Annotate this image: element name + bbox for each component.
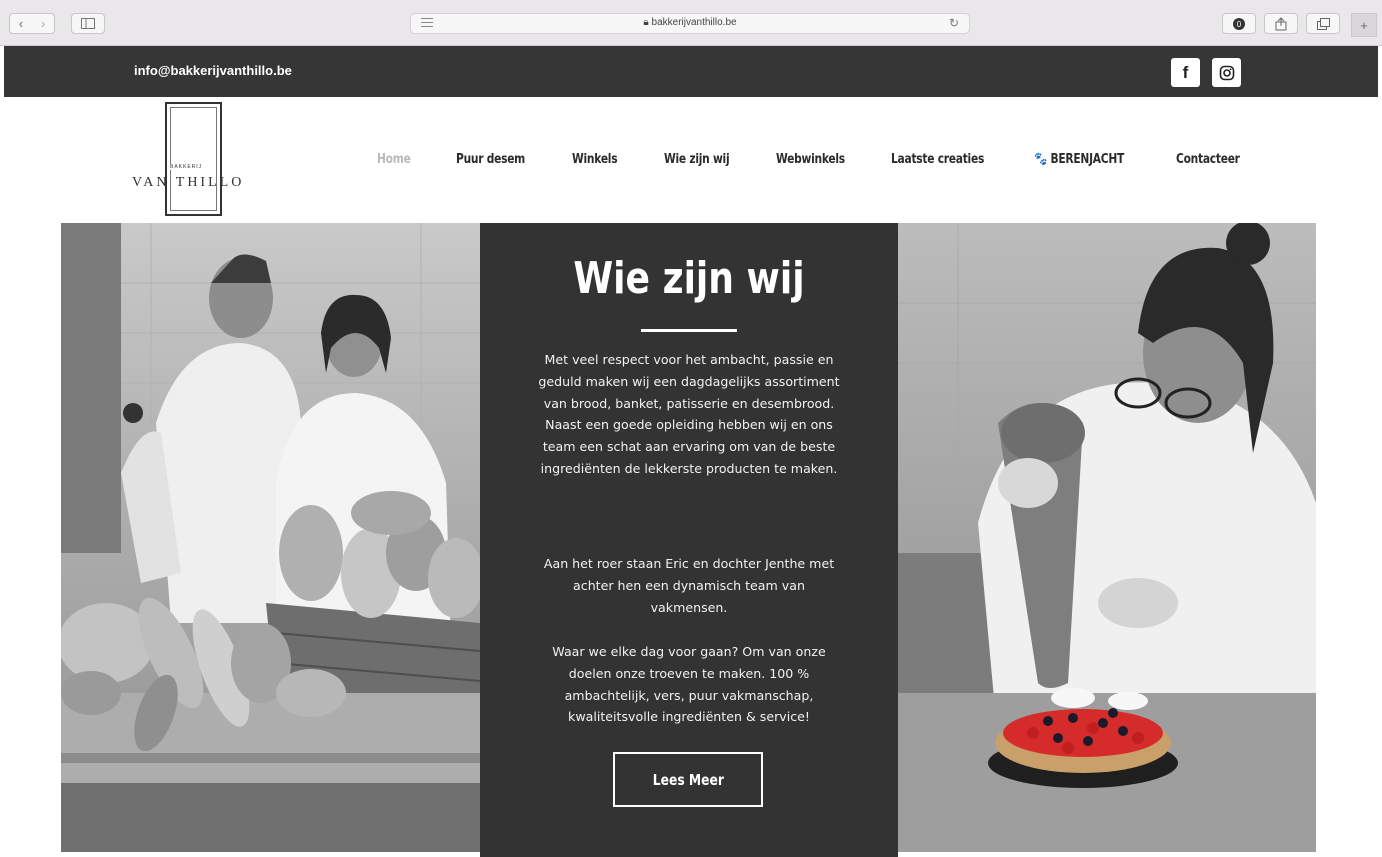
- hero-paragraph-2: Aan het roer staan Eric en dochter Jenth…: [543, 556, 835, 615]
- hero-section: Wie zijn wij Met veel respect voor het a…: [61, 223, 1316, 857]
- pastry-chef-photo: [898, 223, 1316, 852]
- nav-puur-desem[interactable]: Puur desem: [456, 152, 525, 167]
- nav-winkels[interactable]: Winkels: [572, 152, 618, 167]
- nav-laatste-creaties[interactable]: Laatste creaties: [891, 152, 984, 167]
- email-link[interactable]: info@bakkerijvanthillo.be: [134, 63, 292, 78]
- logo-tagline: BAKKERIJ: [169, 164, 204, 170]
- share-icon[interactable]: [1264, 13, 1298, 34]
- instagram-icon[interactable]: [1212, 58, 1241, 87]
- nav-home[interactable]: Home: [377, 152, 411, 167]
- read-more-label: Lees Meer: [652, 770, 724, 789]
- contact-bar: info@bakkerijvanthillo.be f: [4, 46, 1378, 97]
- facebook-icon[interactable]: f: [1171, 58, 1200, 87]
- read-more-button[interactable]: Lees Meer: [613, 752, 763, 807]
- new-tab-icon[interactable]: +: [1351, 13, 1377, 37]
- title-divider: [641, 329, 737, 332]
- hero-paragraph-1: Met veel respect voor het ambacht, passi…: [538, 352, 840, 476]
- logo-frame: [165, 102, 222, 216]
- lock-icon: 🔒︎: [643, 17, 649, 28]
- nav-contacteer[interactable]: Contacteer: [1176, 152, 1240, 167]
- forward-icon[interactable]: ›: [41, 16, 45, 31]
- reload-icon[interactable]: ↻: [949, 16, 959, 30]
- nav-webwinkels[interactable]: Webwinkels: [776, 152, 845, 167]
- sidebar-icon[interactable]: [71, 13, 105, 34]
- history-buttons: ‹ ›: [9, 13, 55, 34]
- bakers-photo: [61, 223, 480, 852]
- about-panel: Wie zijn wij Met veel respect voor het a…: [480, 223, 898, 857]
- address-bar[interactable]: 🔒︎ bakkerijvanthillo.be ↻: [410, 13, 970, 34]
- svg-text:0: 0: [1237, 20, 1242, 29]
- site-header: BAKKERIJ VAN THILLO Home Puur desem Wink…: [4, 97, 1378, 223]
- url-text: bakkerijvanthillo.be: [651, 17, 737, 28]
- nav-wie-zijn-wij[interactable]: Wie zijn wij: [664, 152, 730, 167]
- hero-title: Wie zijn wij: [573, 253, 805, 304]
- tabs-icon[interactable]: [1306, 13, 1340, 34]
- hero-paragraph-3: Waar we elke dag voor gaan? Om van onze …: [552, 644, 826, 725]
- browser-toolbar: ‹ › 🔒︎ bakkerijvanthillo.be ↻ 0 +: [0, 0, 1382, 46]
- back-icon[interactable]: ‹: [19, 16, 23, 31]
- logo-name: VAN THILLO: [132, 175, 245, 190]
- extension-icon[interactable]: 0: [1222, 13, 1256, 34]
- nav-berenjacht[interactable]: 🐾 BERENJACHT: [1034, 152, 1124, 167]
